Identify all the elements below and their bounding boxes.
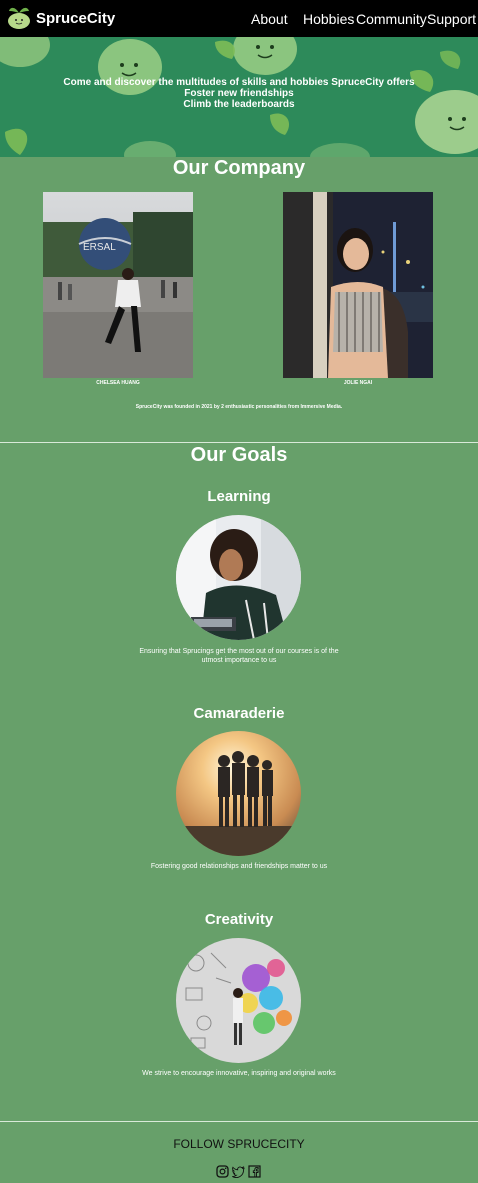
goal-desc-camaraderie: Fostering good relationships and friends…: [150, 863, 328, 870]
twitter-icon[interactable]: [232, 1165, 245, 1178]
founder-photo-jolie: [283, 192, 433, 378]
follow-heading: FOLLOW SPRUCECITY: [173, 1137, 305, 1151]
hero-line-friendships: Foster new friendships: [184, 88, 294, 99]
goal-image-learning: [176, 515, 301, 640]
goal-desc-creativity: We strive to encourage innovative, inspi…: [142, 1070, 336, 1077]
instagram-icon[interactable]: [216, 1165, 229, 1178]
hero-banner: Come and discover the multitudes of skil…: [0, 37, 478, 157]
hero-line-discover: Come and discover the multitudes of skil…: [63, 77, 415, 88]
goal-image-camaraderie: [176, 731, 301, 856]
top-nav: SpruceCity About Hobbies Community Suppo…: [0, 0, 478, 37]
nav-link-support[interactable]: Support: [427, 11, 476, 27]
hero-line-leaderboards: Climb the leaderboards: [183, 99, 295, 110]
svg-text:ERSAL: ERSAL: [83, 242, 116, 253]
our-company-heading: Our Company: [172, 157, 306, 179]
facebook-icon[interactable]: [248, 1165, 261, 1178]
nav-link-about[interactable]: About: [251, 11, 288, 27]
goal-title-learning: Learning: [207, 488, 271, 505]
brand-name[interactable]: SpruceCity: [36, 10, 115, 27]
founder-name-jolie: JOLIE NGAI: [343, 380, 373, 386]
nav-link-community[interactable]: Community: [356, 11, 427, 27]
goal-title-creativity: Creativity: [204, 911, 274, 928]
company-founded-text: SpruceCity was founded in 2021 by 2 enth…: [135, 404, 343, 410]
footer-divider: [0, 1121, 478, 1122]
goal-title-camaraderie: Camaraderie: [193, 705, 285, 722]
founder-photo-chelsea: ERSAL: [43, 192, 193, 378]
goal-image-creativity: [176, 938, 301, 1063]
nav-link-hobbies[interactable]: Hobbies: [303, 11, 354, 27]
goal-desc-learning: Ensuring that Sprucings get the most out…: [139, 648, 339, 664]
sprout-logo-icon[interactable]: [5, 3, 33, 31]
founder-name-chelsea: CHELSEA HUANG: [96, 380, 140, 386]
section-divider: [0, 442, 478, 443]
our-goals-heading: Our Goals: [190, 444, 288, 466]
